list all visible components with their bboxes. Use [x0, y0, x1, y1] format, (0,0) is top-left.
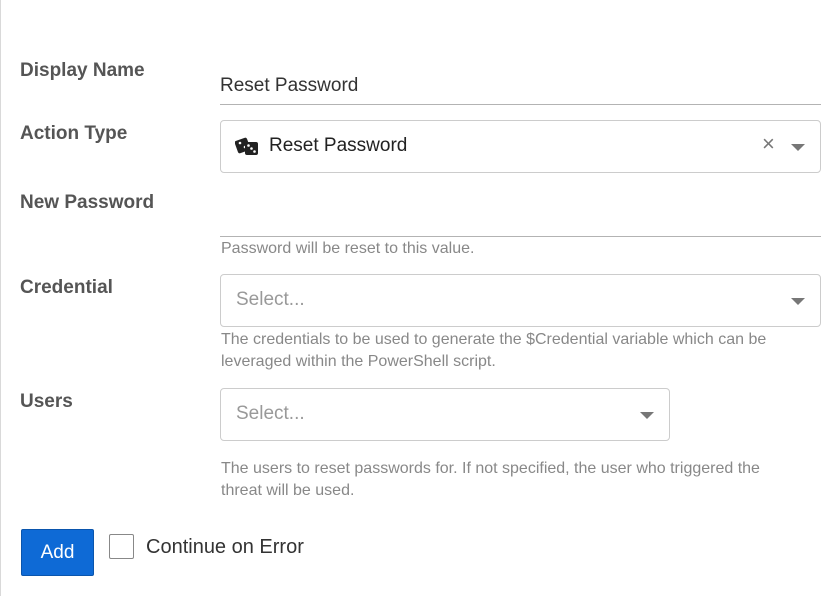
action-type-label: Action Type [20, 123, 128, 144]
credential-help-line1: The credentials to be used to generate t… [221, 331, 767, 348]
users-label: Users [20, 391, 73, 412]
credential-select[interactable]: Select... [220, 274, 821, 327]
display-name-label: Display Name [20, 60, 145, 81]
chevron-down-icon[interactable] [640, 412, 654, 419]
display-name-input[interactable] [220, 68, 821, 105]
continue-on-error-checkbox[interactable] [109, 534, 134, 559]
panel-left-border [0, 0, 1, 596]
new-password-input[interactable] [220, 200, 821, 237]
action-type-select[interactable]: Reset Password × [220, 120, 821, 173]
credential-help-line2: leveraged within the PowerShell script. [221, 353, 496, 370]
new-password-label: New Password [20, 192, 155, 213]
new-password-help: Password will be reset to this value. [221, 240, 475, 257]
users-help-line1: The users to reset passwords for. If not… [221, 460, 760, 477]
add-button[interactable]: Add [21, 529, 94, 576]
action-type-value: Reset Password [269, 135, 408, 156]
chevron-down-icon[interactable] [791, 298, 805, 305]
credential-placeholder: Select... [236, 289, 305, 310]
dice-icon [235, 137, 258, 155]
credential-label: Credential [20, 277, 113, 298]
continue-on-error-label[interactable]: Continue on Error [146, 536, 304, 559]
clear-icon[interactable]: × [762, 133, 775, 155]
chevron-down-icon[interactable] [791, 144, 805, 151]
users-placeholder: Select... [236, 403, 305, 424]
users-select[interactable]: Select... [220, 388, 670, 441]
users-help-line2: threat will be used. [221, 482, 355, 499]
